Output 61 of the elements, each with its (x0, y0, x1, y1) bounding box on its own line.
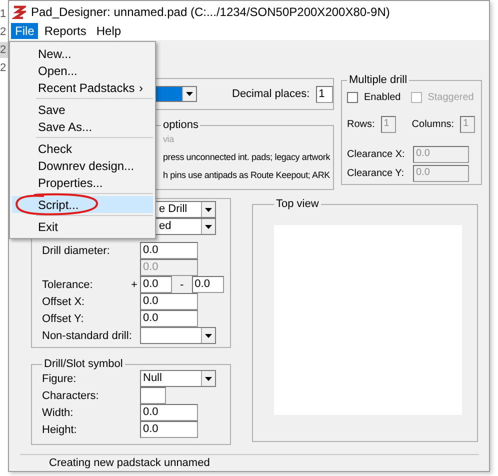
line-number: 2 (0, 61, 8, 76)
plus-sign: + (131, 278, 138, 290)
menu-item[interactable]: Script... (12, 196, 153, 213)
field-label: Height: (42, 424, 78, 436)
menu-bar-item[interactable]: File (11, 23, 38, 39)
line-number: 2 (0, 25, 8, 40)
dropdown[interactable]: Null (140, 370, 216, 387)
menu-bar-item[interactable]: Reports (40, 23, 90, 39)
group-title: options (162, 119, 200, 131)
field-label: Clearance X: (347, 149, 405, 160)
status-text: Creating new padstack unnamed (49, 457, 210, 469)
menu-item[interactable]: Save As... (12, 118, 153, 135)
menu-item[interactable]: Properties... (12, 174, 153, 191)
dropdown-arrow-icon[interactable] (205, 208, 212, 212)
checkbox-label: Staggered (428, 92, 474, 103)
decimal-places-field[interactable]: 1 (316, 86, 333, 102)
field-label: Figure: (42, 372, 78, 384)
menu-item[interactable]: Downrev design... (12, 157, 153, 174)
app-logo-icon (12, 4, 26, 18)
group-title: Multiple drill (348, 74, 408, 86)
field-label: Width: (42, 406, 74, 418)
checkbox-label: Enabled (364, 92, 401, 103)
field-label: Offset Y: (42, 312, 85, 324)
option-text: press unconnected int. pads; legacy artwork (163, 151, 329, 163)
dropdown-arrow-icon[interactable] (205, 376, 212, 380)
dropdown[interactable] (140, 327, 216, 344)
input-field[interactable] (140, 387, 166, 404)
field-label: Offset X: (42, 296, 86, 308)
input-field[interactable]: 0.0 (140, 421, 198, 438)
field-label: Tolerance: (42, 278, 94, 290)
decimal-places-label: Decimal places: (232, 88, 310, 100)
menu-item[interactable]: Save (12, 101, 153, 118)
input-field[interactable]: 0.0 (192, 276, 224, 293)
field-label: Non-standard drill: (42, 330, 131, 342)
option-text: h pins use antipads as Route Keepout; ARK (163, 169, 329, 181)
menu-item[interactable]: New... (12, 45, 153, 62)
dropdown-arrow-icon[interactable] (186, 92, 193, 96)
field-label: Columns: (412, 119, 454, 130)
input-field[interactable]: 0.0 (140, 276, 172, 293)
dropdown-arrow-icon[interactable] (205, 224, 212, 228)
group-title: Drill/Slot symbol (43, 358, 124, 370)
option-text: via (163, 133, 176, 145)
menu-item[interactable]: Check (12, 140, 153, 157)
field-label: Rows: (347, 119, 375, 130)
line-number: 2 (0, 42, 8, 58)
menu-bar-item[interactable]: Help (92, 23, 126, 39)
menu-item[interactable]: Open... (12, 62, 153, 79)
group-title: Top view (275, 198, 320, 210)
input-field[interactable]: 0.0 (140, 293, 198, 310)
menu-item[interactable]: Recent Padstacks › (12, 79, 153, 96)
field-label: Characters: (42, 390, 100, 402)
minus-sign: - (180, 278, 184, 290)
field-label: Drill diameter: (42, 244, 111, 256)
input-field[interactable]: 0.0 (140, 310, 198, 327)
input-field[interactable]: 0.0 (140, 242, 198, 259)
field-label: Clearance Y: (347, 168, 405, 179)
checkbox[interactable] (347, 92, 358, 103)
line-number: 1 (0, 7, 8, 22)
input-field[interactable]: 0.0 (140, 404, 198, 421)
dropdown-arrow-icon[interactable] (205, 334, 212, 338)
window-title: Pad_Designer: unnamed.pad (C:.../1234/SON50P200X200X80-9N) (31, 4, 390, 18)
